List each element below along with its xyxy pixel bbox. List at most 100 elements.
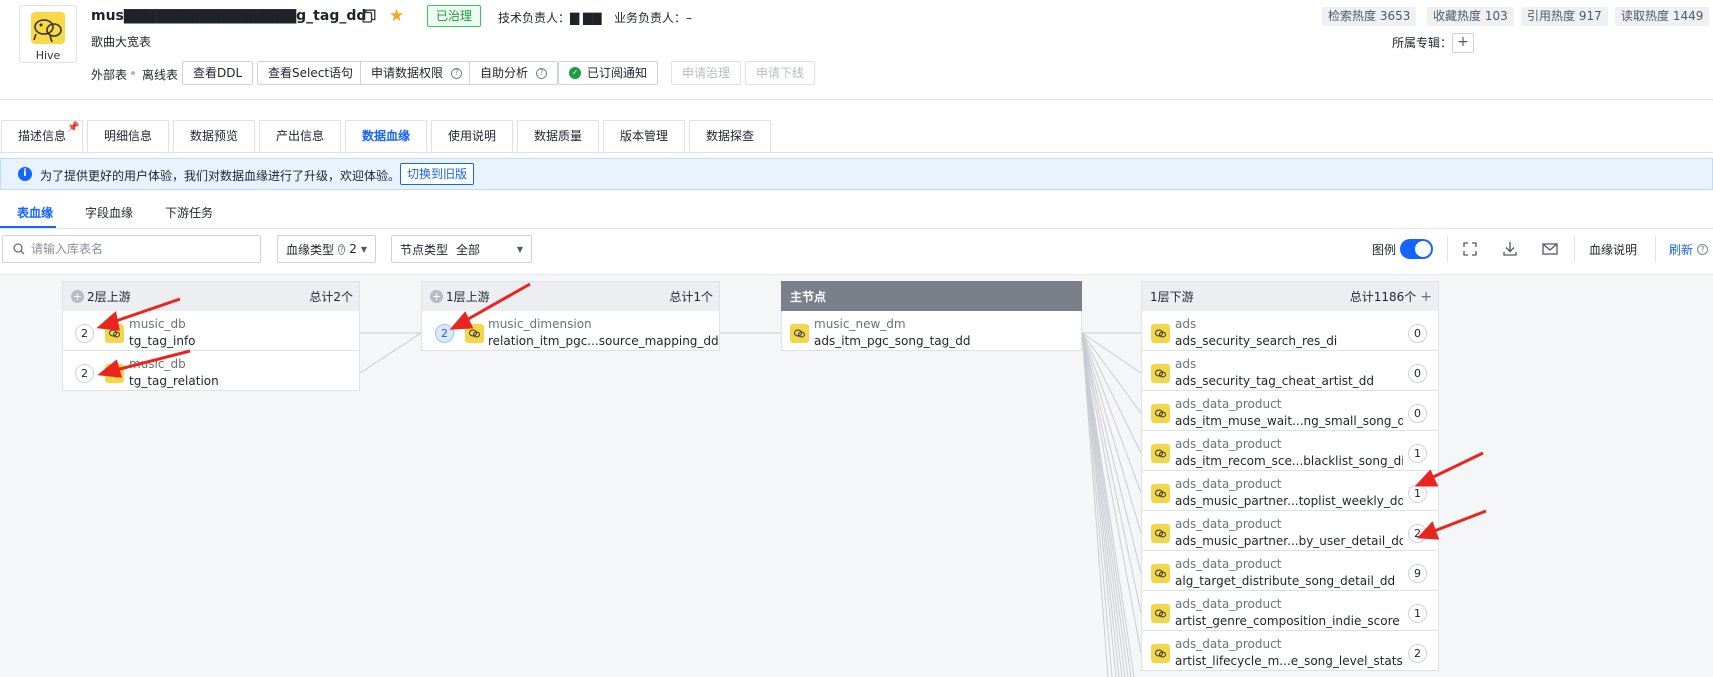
hive-bee-icon	[31, 12, 65, 44]
self-analysis-button[interactable]: 自助分析?	[469, 61, 559, 85]
group-downstream-1-header: 1层下游 总计1186个 +	[1141, 281, 1439, 311]
node-type-select[interactable]: 节点类型 全部 ▼	[391, 235, 532, 263]
apply-permission-label: 申请数据权限	[371, 66, 444, 80]
lineage-help-button[interactable]: 血缘说明	[1589, 241, 1637, 258]
node-count-badge[interactable]: 1	[1408, 484, 1427, 503]
group-upstream-1-header: + 1层上游 总计1个	[421, 281, 720, 311]
group-upstream-1-total: 总计1个	[669, 290, 713, 304]
expand-upstream-icon[interactable]: +	[71, 290, 84, 303]
node-database: music_dimension	[488, 317, 592, 331]
hive-table-icon	[1151, 364, 1170, 383]
node-table-name[interactable]: relation_itm_pgc...source_mapping_dd	[488, 334, 719, 348]
search-input[interactable]	[31, 242, 251, 256]
node-type-label: 节点类型	[400, 242, 449, 257]
node-table-name[interactable]: artist_genre_composition_indie_score	[1175, 614, 1400, 628]
meta-offline-table: 离线表	[142, 68, 179, 82]
node-count-badge[interactable]: 1	[1408, 444, 1427, 463]
meta-external-table: 外部表	[91, 68, 128, 82]
hive-table-icon	[1151, 644, 1170, 663]
node-database: ads_data_product	[1175, 597, 1282, 611]
lineage-type-select[interactable]: 血缘类型 ? 2 ▼	[277, 235, 376, 263]
subtab-downstream-tasks[interactable]: 下游任务	[165, 204, 213, 221]
table-description: 歌曲大宽表	[91, 35, 152, 49]
apply-offline-label: 申请下线	[756, 66, 805, 80]
toolbar-separator	[1655, 236, 1656, 262]
node-count-badge[interactable]: 2	[75, 364, 94, 383]
view-select-button[interactable]: 查看Select语句	[257, 61, 365, 85]
info-icon: i	[18, 167, 32, 181]
subtab-table-lineage[interactable]: 表血缘	[17, 204, 53, 221]
node-count-badge[interactable]: 9	[1408, 564, 1427, 583]
subtab-field-lineage[interactable]: 字段血缘	[85, 204, 133, 221]
node-database: ads	[1175, 317, 1197, 331]
pin-icon[interactable]: 📌	[67, 122, 79, 133]
switch-old-version-button[interactable]: 切换到旧版	[400, 163, 475, 185]
hive-table-icon	[105, 364, 124, 383]
node-table-name[interactable]: ads_itm_recom_sce...blacklist_song_di	[1175, 454, 1403, 468]
refresh-help-icon[interactable]: ?	[1697, 241, 1708, 255]
stat-reference-heat: 引用热度 917	[1521, 7, 1608, 26]
node-count-badge[interactable]: 2	[75, 324, 94, 343]
node-table-name[interactable]: alg_target_distribute_song_detail_dd	[1175, 574, 1395, 588]
download-icon[interactable]	[1501, 240, 1519, 258]
node-table-name[interactable]: ads_music_partner...toplist_weekly_dd	[1175, 494, 1403, 508]
node-count-badge[interactable]: 0	[1408, 364, 1427, 383]
biz-owner: 业务负责人：–	[614, 11, 693, 25]
tab-version[interactable]: 版本管理	[603, 120, 686, 152]
node-table-name[interactable]: ads_itm_pgc_song_tag_dd	[814, 334, 971, 348]
toolbar-separator	[1447, 236, 1448, 262]
chevron-down-icon: ▼	[360, 244, 367, 254]
node-table-name[interactable]: ads_music_partner...by_user_detail_dd	[1175, 534, 1403, 548]
node-table-name[interactable]: ads_security_search_res_di	[1175, 334, 1337, 348]
node-table-name[interactable]: tg_tag_relation	[129, 374, 219, 388]
tab-detail[interactable]: 明细信息	[87, 120, 170, 152]
subscribed-button[interactable]: ✓ 已订阅通知	[558, 61, 659, 85]
group-upstream-2-title: 2层上游	[87, 290, 131, 304]
search-box[interactable]	[2, 235, 261, 263]
node-table-name[interactable]: ads_itm_muse_wait...ng_small_song_di	[1175, 414, 1403, 428]
mail-icon[interactable]	[1541, 240, 1559, 258]
group-downstream-1-title: 1层下游	[1150, 290, 1194, 304]
apply-offline-button[interactable]: 申请下线	[745, 61, 816, 85]
help-icon: ?	[338, 243, 346, 255]
apply-govern-button[interactable]: 申请治理	[671, 61, 742, 85]
node-count-badge[interactable]: 2	[1408, 644, 1427, 663]
group-upstream-1-title: 1层上游	[446, 290, 490, 304]
toolbar-separator	[1574, 236, 1575, 262]
node-table-name[interactable]: artist_lifecycle_m...e_song_level_stats	[1175, 654, 1403, 668]
chevron-down-icon: ▼	[516, 244, 523, 254]
hive-table-icon	[105, 324, 124, 343]
node-table-name[interactable]: tg_tag_info	[129, 334, 196, 348]
tab-output[interactable]: 产出信息	[259, 120, 342, 152]
tab-quality[interactable]: 数据质量	[517, 120, 600, 152]
help-icon: ?	[451, 67, 463, 79]
node-count-badge[interactable]: 2	[1408, 524, 1427, 543]
album-add-button[interactable]: +	[1452, 33, 1474, 53]
expand-downstream-icon[interactable]: +	[1420, 289, 1432, 305]
node-database: music_db	[129, 357, 186, 371]
node-database: ads	[1175, 357, 1197, 371]
node-count-badge[interactable]: 0	[1408, 404, 1427, 423]
node-count-badge[interactable]: 2	[435, 324, 454, 343]
copy-icon[interactable]	[362, 9, 376, 23]
group-downstream-1-total: 总计1186个	[1349, 290, 1417, 304]
view-ddl-button[interactable]: 查看DDL	[182, 61, 254, 85]
apply-permission-button[interactable]: 申请数据权限?	[360, 61, 474, 85]
legend-toggle[interactable]	[1400, 239, 1433, 259]
node-count-badge[interactable]: 1	[1408, 604, 1427, 623]
tab-explore[interactable]: 数据探查	[689, 120, 772, 152]
search-icon	[13, 243, 25, 255]
group-upstream-2-header: + 2层上游 总计2个	[62, 281, 360, 311]
fullscreen-icon[interactable]	[1461, 240, 1479, 258]
tab-usage[interactable]: 使用说明	[431, 120, 514, 152]
view-select-label: 查看Select语句	[268, 66, 354, 80]
node-database: ads_data_product	[1175, 477, 1282, 491]
refresh-button[interactable]: 刷新	[1669, 241, 1693, 258]
tab-preview[interactable]: 数据预览	[173, 120, 256, 152]
expand-upstream-icon[interactable]: +	[430, 290, 443, 303]
tab-lineage[interactable]: 数据血缘	[345, 120, 428, 152]
favorite-star-icon[interactable]: ★	[389, 6, 404, 26]
node-table-name[interactable]: ads_security_tag_cheat_artist_dd	[1175, 374, 1374, 388]
tech-owner: 技术负责人：▇ ▇▇	[498, 11, 602, 25]
node-count-badge[interactable]: 0	[1408, 324, 1427, 343]
